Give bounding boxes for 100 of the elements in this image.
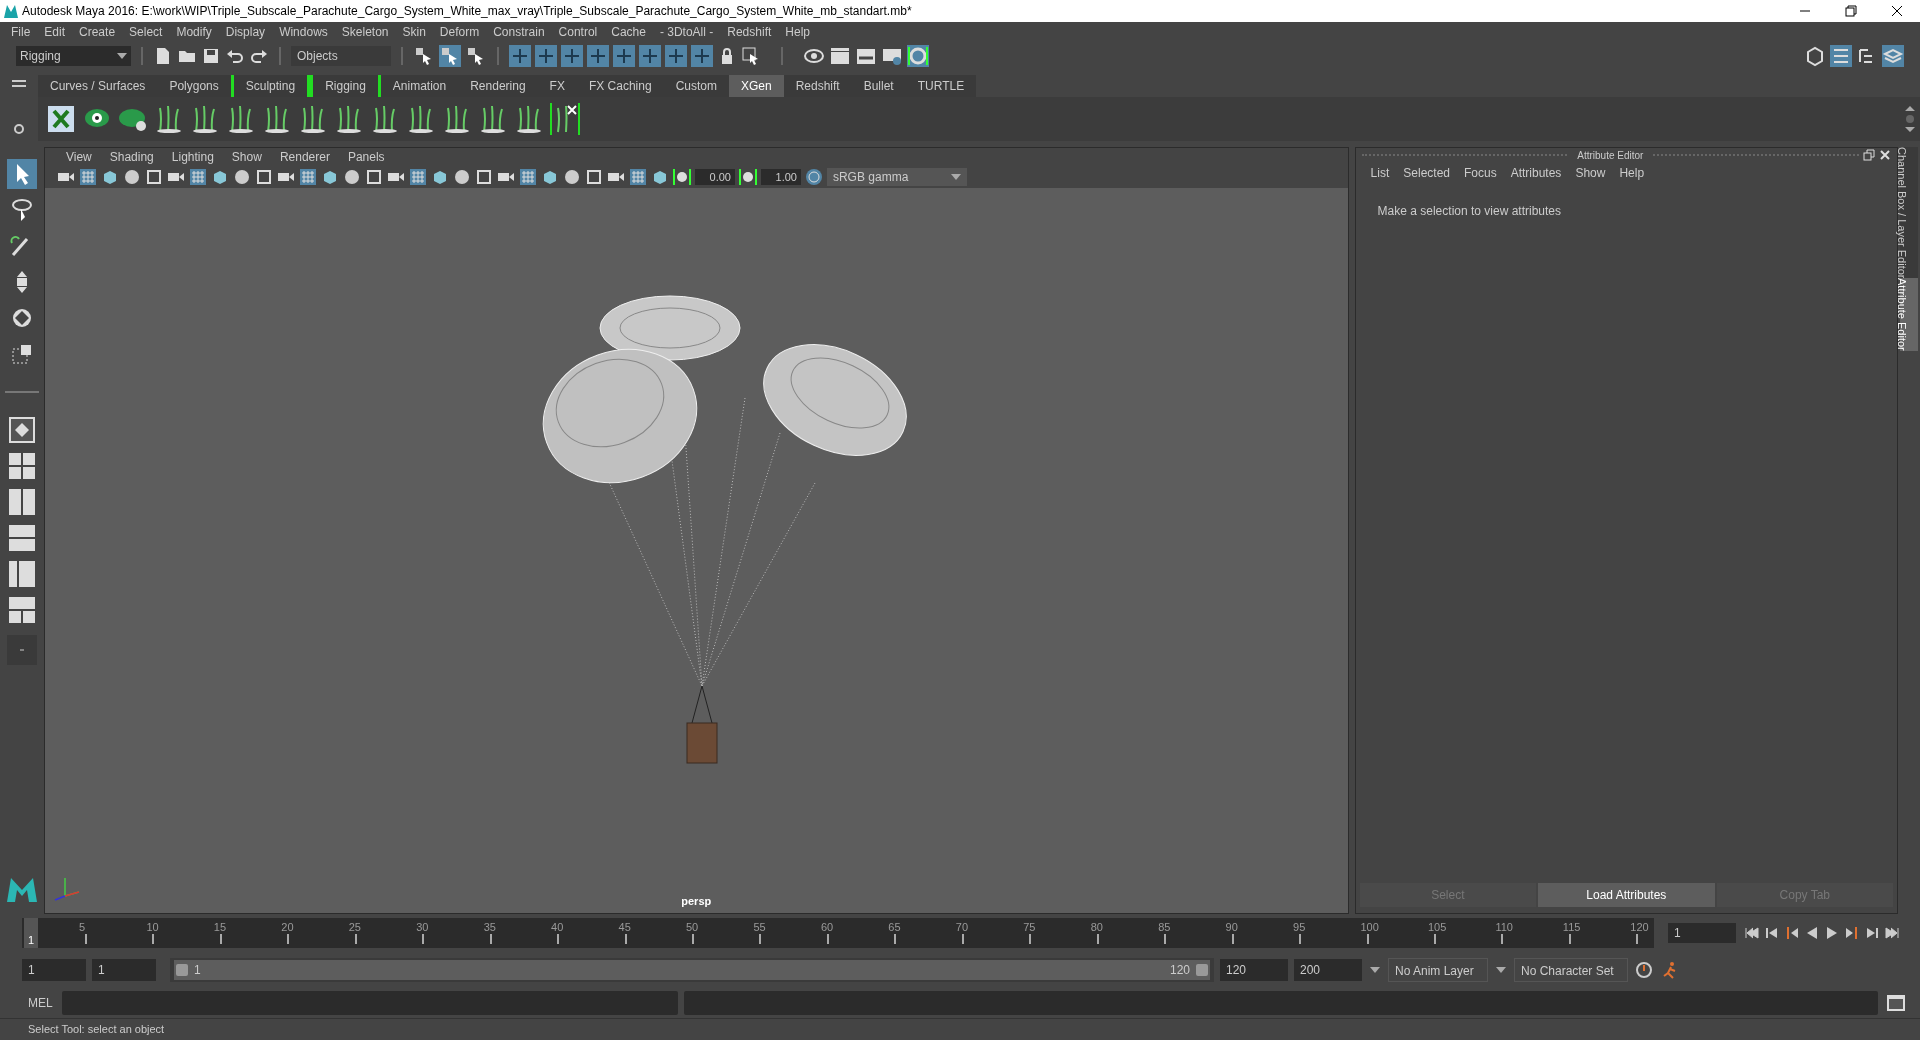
script-editor-icon[interactable] [1886,993,1906,1013]
gamma-icon[interactable] [738,168,757,186]
menu-item[interactable]: Redshift [720,23,779,41]
color-space-dropdown[interactable]: sRGB gamma [826,168,967,186]
menu-item[interactable]: Windows [272,23,335,41]
menu-item[interactable]: Lighting [162,148,223,166]
range-slider-bar[interactable]: 1 120 [174,960,1210,980]
menu-item[interactable]: Skin [395,23,433,41]
sphere-icon[interactable] [562,168,581,186]
mode-dropdown[interactable]: Rigging [16,46,131,66]
menu-item[interactable]: Modify [169,23,219,41]
shelf-tab[interactable]: Custom [663,75,729,97]
two-pane-layout-icon[interactable] [6,487,37,517]
shelf-tab[interactable]: Bullet [851,75,906,97]
eye-icon[interactable] [803,46,825,66]
shelf-tab[interactable]: TURTLE [905,75,977,97]
shelf-tab[interactable]: Curves / Surfaces [38,75,158,97]
render-ipr-icon[interactable] [855,46,877,66]
shelf-tab[interactable]: FX [537,75,577,97]
gamma-field[interactable]: 1.00 [760,169,801,185]
skip-to-end-icon[interactable] [1884,925,1900,941]
snap-icon[interactable] [509,45,531,67]
menu-item[interactable]: View [56,148,101,166]
menu-item[interactable]: Select [122,23,170,41]
grass-strands-icon[interactable] [550,102,580,136]
current-frame-field[interactable]: 1 [1668,923,1736,943]
anim-layer-dropdown[interactable]: No Anim Layer [1388,958,1488,982]
square-icon[interactable] [474,168,493,186]
snap-icon[interactable] [535,45,557,67]
snap-icon[interactable] [587,45,609,67]
shelf-tab[interactable]: XGen [728,75,784,97]
snap-icon[interactable] [639,45,661,67]
render-settings-icon[interactable] [881,46,903,66]
playback-end-field[interactable]: 120 [1220,959,1288,981]
square-icon[interactable] [364,168,383,186]
step-back-key-icon[interactable] [1764,925,1780,941]
square-icon[interactable] [584,168,603,186]
step-forward-key-icon[interactable] [1864,925,1880,941]
split-pane-layout-icon[interactable] [6,595,37,625]
command-input-field[interactable] [62,991,678,1015]
square-icon[interactable] [254,168,273,186]
menu-item[interactable]: Show [1568,164,1613,182]
menu-item[interactable]: Help [1612,164,1652,182]
menu-item[interactable]: Shading [100,148,163,166]
menu-item[interactable]: Help [778,23,817,41]
character-set-dropdown[interactable]: No Character Set [1514,958,1628,982]
menu-item[interactable]: Renderer [270,148,339,166]
shelf-tab[interactable]: FX Caching [576,75,664,97]
square-icon[interactable] [144,168,163,186]
menu-item[interactable]: Deform [432,23,487,41]
caret-icon[interactable] [1496,967,1506,973]
snap-icon[interactable] [613,45,635,67]
grid-icon[interactable] [628,168,647,186]
start-frame-field[interactable]: 1 [22,959,86,981]
clapperboard-icon[interactable] [829,46,851,66]
menu-icon[interactable] [12,79,26,89]
spreadsheet-x-icon[interactable] [46,104,76,134]
selection-mask-field[interactable]: Objects [291,46,391,66]
shelf-tab[interactable]: Redshift [783,75,852,97]
menu-item[interactable]: Control [551,23,605,41]
menu-item[interactable]: Constrain [486,23,552,41]
range-handle[interactable] [1196,964,1208,976]
close-icon[interactable] [1879,149,1892,161]
grid-icon[interactable] [298,168,317,186]
float-panel-icon[interactable] [1863,149,1876,161]
attribute-button[interactable]: Load Attributes [1538,883,1715,907]
settings-icon[interactable] [13,123,25,135]
side-tab[interactable]: Attribute Editor [1900,278,1919,352]
range-handle[interactable] [176,964,188,976]
menu-item[interactable]: Panels [338,148,394,166]
menu-item[interactable]: Skeleton [334,23,396,41]
save-icon[interactable] [201,46,221,66]
snap-icon[interactable] [561,45,583,67]
grid-icon[interactable] [78,168,97,186]
color-management-icon[interactable] [804,168,823,186]
shelf-tab[interactable]: Sculpting [230,75,311,97]
exposure-field[interactable]: 0.00 [694,169,735,185]
caret-icon[interactable] [1370,967,1380,973]
cube-icon[interactable] [1804,45,1826,67]
menu-item[interactable]: Create [72,23,123,41]
sphere-icon[interactable] [452,168,471,186]
menu-item[interactable]: Focus [1457,164,1504,182]
shelf-tab[interactable]: Animation [380,75,459,97]
playback-start-field[interactable]: 1 [92,959,156,981]
grid-icon[interactable] [518,168,537,186]
next-key-icon[interactable] [1844,925,1860,941]
menu-item[interactable]: - 3DtoAll - [652,23,721,41]
menu-item[interactable]: List [1363,164,1397,182]
shelf-tab[interactable]: Rigging [310,75,381,97]
sphere-icon[interactable] [122,168,141,186]
snap-icon[interactable] [691,45,713,67]
menu-item[interactable]: File [4,23,38,41]
end-frame-field[interactable]: 200 [1294,959,1362,981]
previous-key-icon[interactable] [1784,925,1800,941]
single-pane-layout-icon[interactable] [6,415,37,445]
refresh-icon[interactable] [1634,960,1654,980]
sphere-icon[interactable] [342,168,361,186]
menu-item[interactable]: Edit [37,23,73,41]
menu-item[interactable]: Show [222,148,271,166]
menu-item[interactable]: Selected [1396,164,1457,182]
